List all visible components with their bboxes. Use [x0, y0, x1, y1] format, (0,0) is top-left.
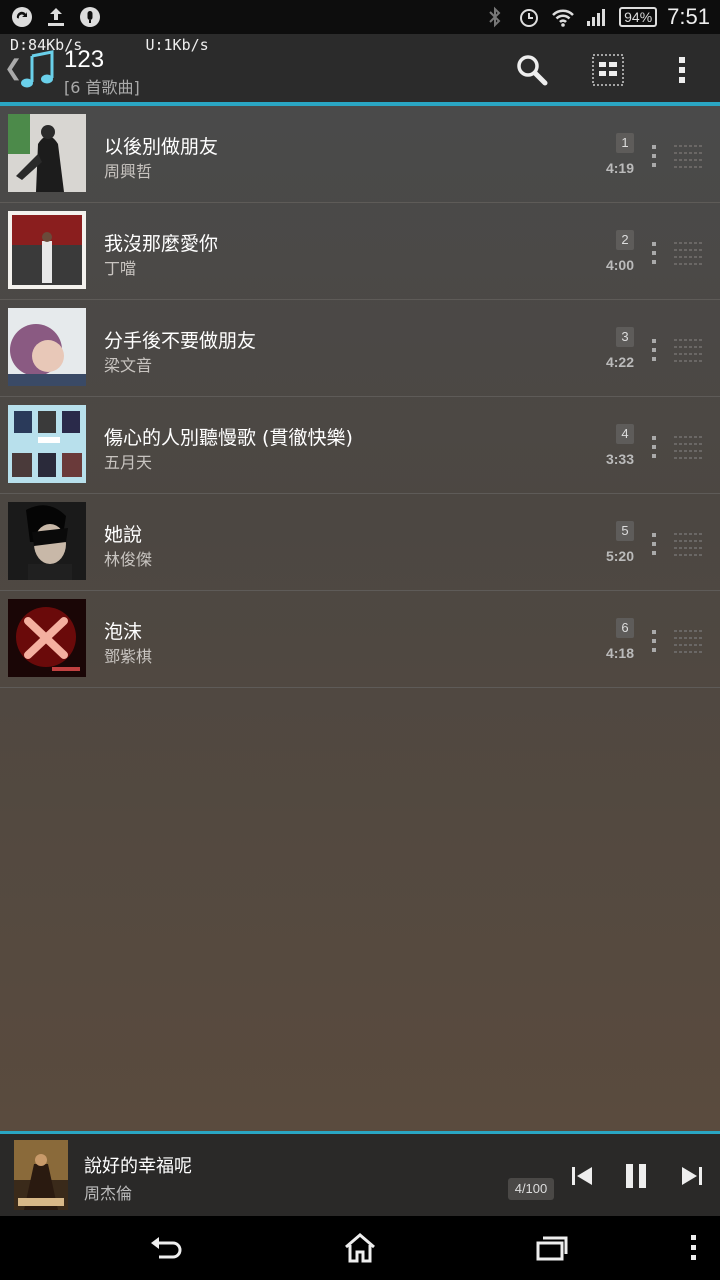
track-number: 3 — [616, 327, 634, 347]
track-number: 4 — [616, 424, 634, 444]
queue-position: 4/100 — [508, 1178, 554, 1200]
song-row[interactable]: 以後別做朋友 周興哲 1 4:19 — [0, 106, 720, 203]
song-artist: 周興哲 — [104, 162, 153, 181]
menu-icon[interactable] — [670, 1228, 718, 1268]
status-bar: 94% 7:51 — [0, 0, 720, 34]
song-row[interactable]: 分手後不要做朋友 梁文音 3 4:22 — [0, 300, 720, 397]
sync-icon — [10, 5, 34, 29]
status-right: 94% 7:51 — [483, 4, 710, 30]
status-left — [10, 5, 102, 29]
navigation-bar — [0, 1216, 720, 1280]
album-art — [8, 599, 86, 677]
track-duration: 4:00 — [605, 257, 634, 273]
track-duration: 5:20 — [605, 548, 634, 564]
song-artist: 丁噹 — [104, 259, 137, 278]
song-title: 傷心的人別聽慢歌 (貫徹快樂) — [104, 427, 353, 449]
drag-handle-icon[interactable] — [674, 241, 704, 265]
song-row[interactable]: 我沒那麼愛你 丁噹 2 4:00 — [0, 203, 720, 300]
wifi-icon — [551, 5, 575, 29]
previous-icon[interactable] — [564, 1158, 600, 1194]
pause-icon[interactable] — [618, 1158, 654, 1194]
album-art — [8, 211, 86, 289]
song-row[interactable]: 傷心的人別聽慢歌 (貫徹快樂) 五月天 4 3:33 — [0, 397, 720, 494]
song-options-icon[interactable] — [648, 532, 660, 556]
track-duration: 4:19 — [605, 160, 634, 176]
song-options-icon[interactable] — [648, 144, 660, 168]
recents-icon[interactable] — [528, 1228, 576, 1268]
song-options-icon[interactable] — [648, 338, 660, 362]
song-row[interactable]: 她說 林俊傑 5 5:20 — [0, 494, 720, 591]
signal-icon — [585, 5, 609, 29]
now-playing-album-art[interactable] — [14, 1140, 68, 1210]
clock: 7:51 — [667, 4, 710, 29]
battery-indicator: 94% — [619, 7, 658, 27]
song-artist: 鄧紫棋 — [104, 647, 153, 666]
overflow-menu-icon[interactable] — [662, 50, 702, 90]
song-title: 她說 — [104, 524, 143, 546]
next-icon[interactable] — [674, 1158, 710, 1194]
search-icon[interactable] — [512, 50, 552, 90]
album-art — [8, 114, 86, 192]
action-bar: D:84Kb/s U:1Kb/s ❮ 123 [6 首歌曲] — [0, 34, 720, 102]
song-artist: 梁文音 — [104, 356, 153, 375]
song-artist: 林俊傑 — [104, 550, 153, 569]
track-duration: 4:18 — [605, 645, 634, 661]
track-number: 2 — [616, 230, 634, 250]
playlist-title: 123 — [64, 46, 105, 73]
song-options-icon[interactable] — [648, 241, 660, 265]
track-number: 6 — [616, 618, 634, 638]
song-count: [6 首歌曲] — [64, 78, 140, 97]
view-mode-icon[interactable] — [588, 50, 628, 90]
song-title: 以後別做朋友 — [104, 136, 219, 158]
drag-handle-icon[interactable] — [674, 144, 704, 168]
now-playing-artist: 周杰倫 — [84, 1184, 133, 1203]
alarm-icon — [517, 5, 541, 29]
album-art — [8, 405, 86, 483]
microphone-icon — [78, 5, 102, 29]
bluetooth-icon — [483, 5, 507, 29]
track-duration: 3:33 — [605, 451, 634, 467]
drag-handle-icon[interactable] — [674, 532, 704, 556]
album-art — [8, 502, 86, 580]
drag-handle-icon[interactable] — [674, 629, 704, 653]
song-list: 以後別做朋友 周興哲 1 4:19 我沒那麼愛你 丁噹 2 4:00 分手後不要… — [0, 106, 720, 688]
drag-handle-icon[interactable] — [674, 338, 704, 362]
song-options-icon[interactable] — [648, 435, 660, 459]
song-title: 我沒那麼愛你 — [104, 233, 219, 255]
song-row[interactable]: 泡沫 鄧紫棋 6 4:18 — [0, 591, 720, 688]
drag-handle-icon[interactable] — [674, 435, 704, 459]
song-options-icon[interactable] — [648, 629, 660, 653]
now-playing-bar[interactable]: 說好的幸福呢 周杰倫 4/100 — [0, 1134, 720, 1216]
upload-icon — [44, 5, 68, 29]
song-title: 泡沫 — [104, 621, 143, 643]
track-number: 1 — [616, 133, 634, 153]
album-art — [8, 308, 86, 386]
song-title: 分手後不要做朋友 — [104, 330, 257, 352]
back-icon[interactable] — [142, 1228, 190, 1268]
now-playing-title: 說好的幸福呢 — [84, 1156, 192, 1177]
track-duration: 4:22 — [605, 354, 634, 370]
home-icon[interactable] — [336, 1228, 384, 1268]
music-note-icon[interactable] — [20, 50, 56, 94]
track-number: 5 — [616, 521, 634, 541]
song-artist: 五月天 — [104, 453, 153, 472]
